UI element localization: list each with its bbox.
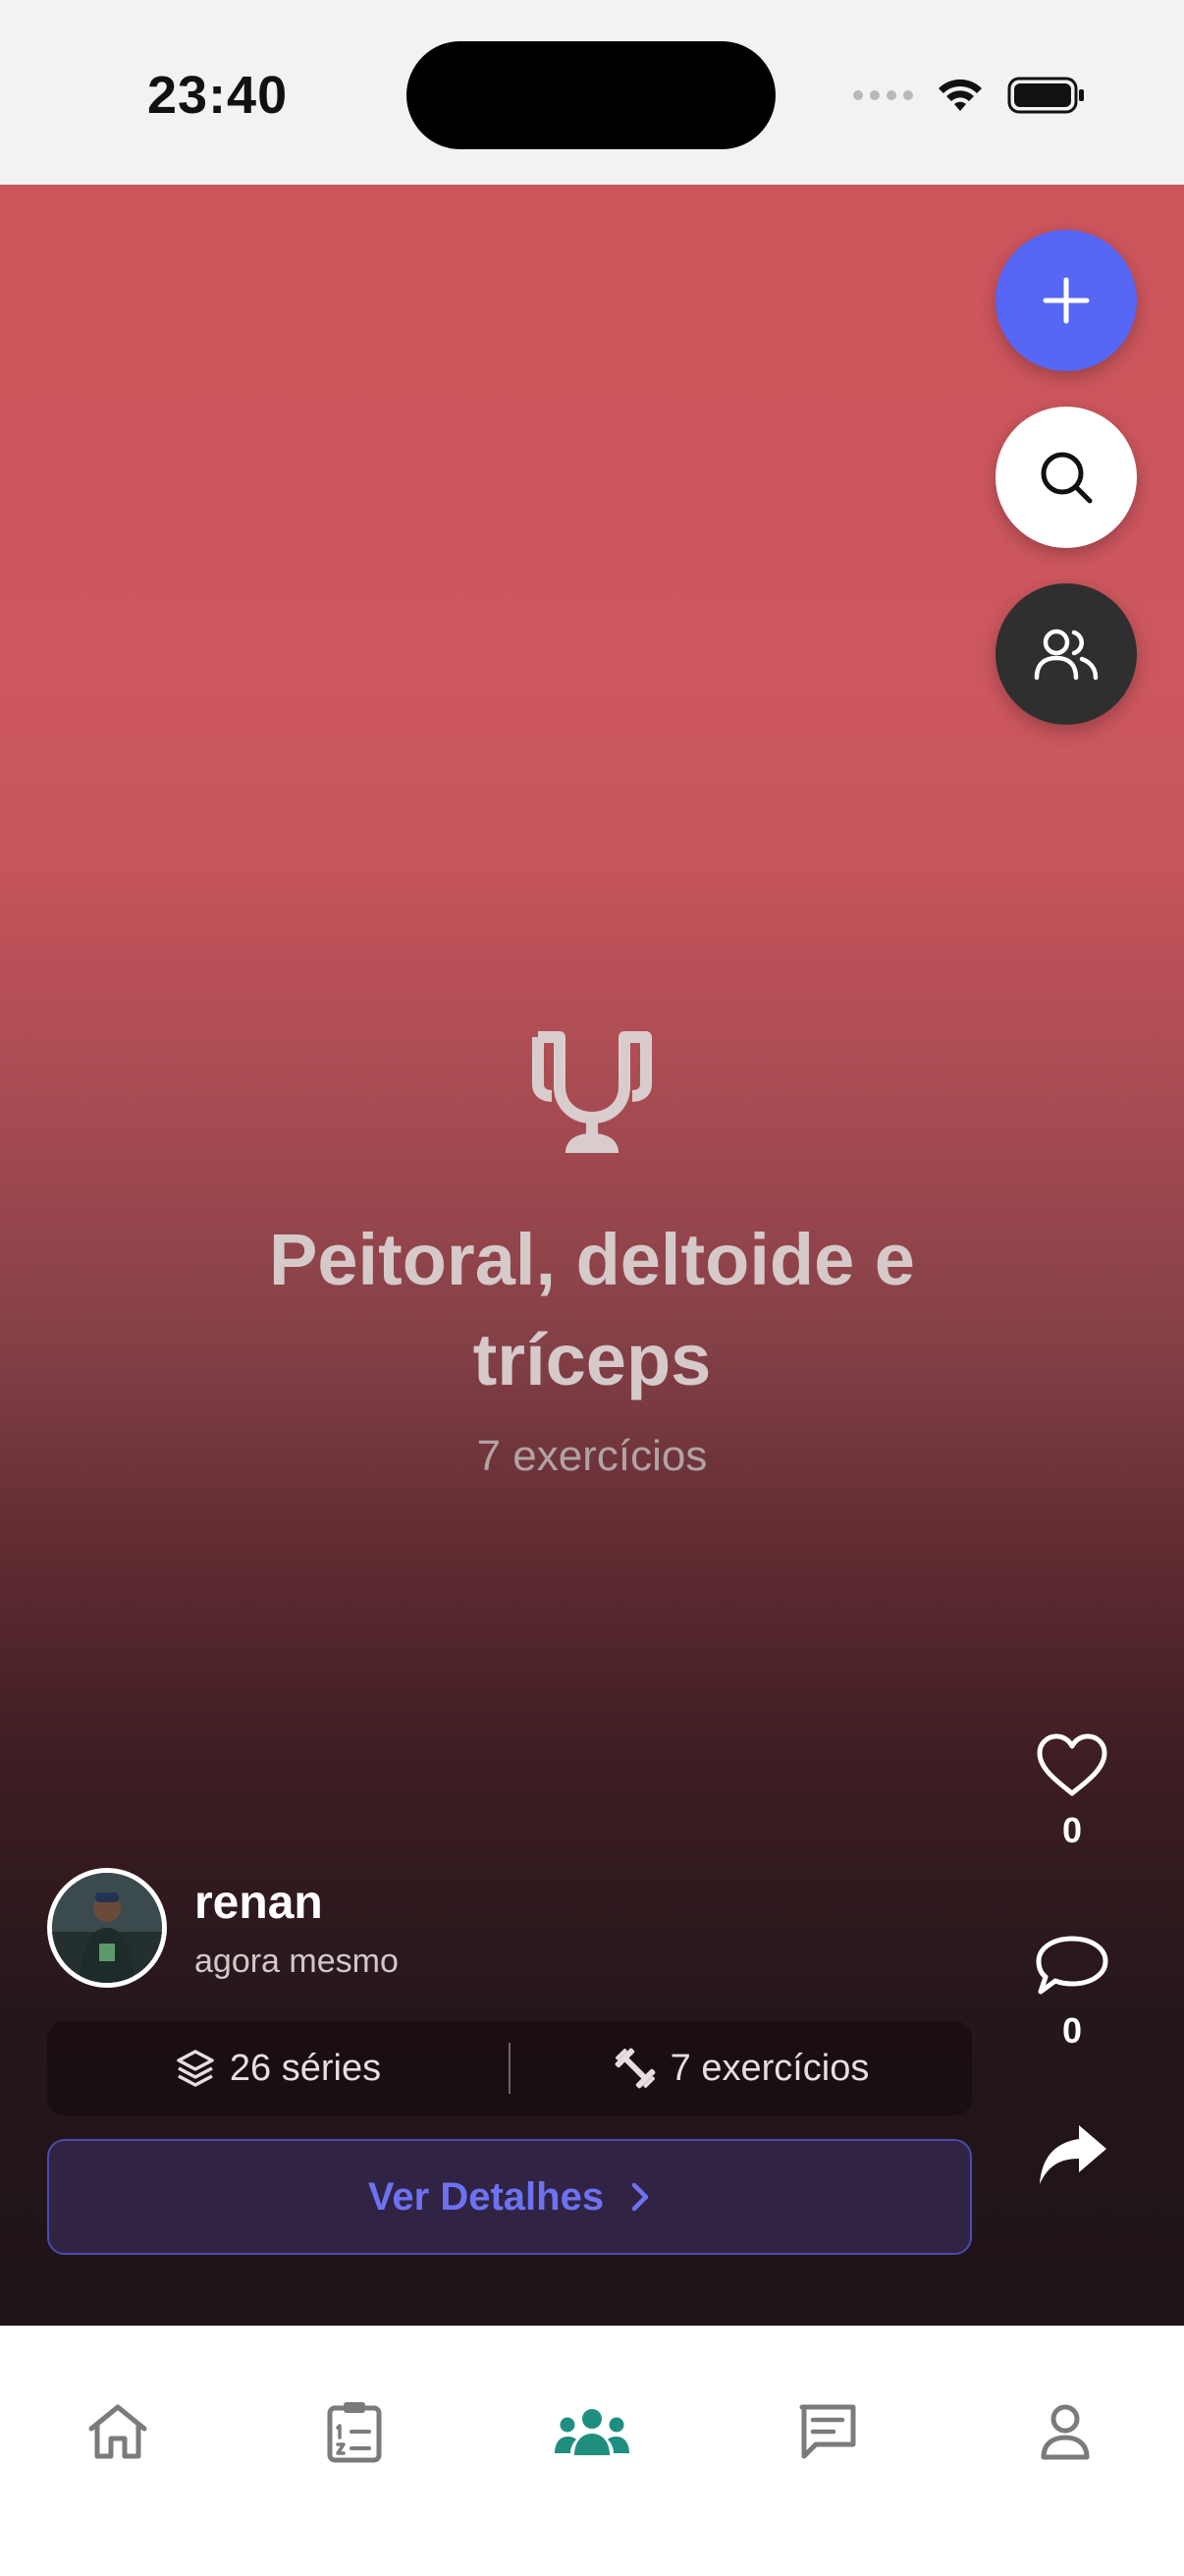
post-time: agora mesmo [194,1943,399,1980]
avatar-image [52,1873,162,1983]
community-icon [555,2409,629,2455]
series-count: 26 séries [229,2047,382,2089]
exercises-count: 7 exercícios [670,2047,870,2089]
view-details-button[interactable]: Ver Detalhes [47,2139,972,2255]
workout-exercise-count: 7 exercícios [476,1432,708,1480]
friends-button[interactable] [996,583,1137,725]
comment-count: 0 [1061,2010,1083,2051]
tab-profile[interactable] [1021,2387,1109,2476]
signal-icon [853,90,913,100]
status-bar: 23:40 [0,0,1184,185]
heart-icon [1037,1733,1107,1796]
workout-stats-bar: 26 séries 7 exercícios [47,2021,972,2115]
dumbbell-icon [615,2048,656,2089]
status-icons [853,71,1086,120]
share-arrow-icon [1040,2125,1106,2184]
search-icon [1041,452,1093,504]
tab-community[interactable] [546,2387,638,2476]
exercises-stat: 7 exercícios [511,2047,972,2090]
search-button[interactable] [996,407,1137,548]
like-count: 0 [1061,1810,1083,1850]
trophy-icon [532,1031,652,1153]
like-action[interactable]: 0 [982,1732,1162,1851]
tab-home[interactable] [74,2387,162,2476]
tab-messages[interactable] [783,2387,872,2476]
user-avatar[interactable] [47,1868,167,1988]
workout-feed-card: Peitoral, deltoide e tríceps 7 exercício… [0,185,1184,2326]
dynamic-island [406,41,776,149]
battery-icon [1007,77,1084,114]
profile-icon [1041,2404,1090,2460]
users-icon [1034,629,1099,681]
chevron-right-icon [631,2182,649,2212]
message-icon [799,2404,856,2459]
user-name[interactable]: renan [194,1876,323,1930]
plus-icon [1043,277,1090,324]
home-icon [88,2404,147,2459]
share-action[interactable] [982,2119,1162,2195]
view-details-label: Ver Detalhes [367,2174,605,2219]
bottom-tab-bar [0,2326,1184,2576]
wifi-icon [939,79,982,111]
tab-workouts[interactable] [310,2387,399,2476]
workout-title: Peitoral, deltoide e tríceps [269,1219,915,1400]
clipboard-list-icon [327,2402,382,2463]
comment-action[interactable]: 0 [982,1933,1162,2052]
add-post-button[interactable] [996,230,1137,371]
status-time: 23:40 [147,66,289,125]
comment-icon [1036,1936,1108,1995]
layers-icon [177,2050,214,2087]
series-stat: 26 séries [47,2048,509,2090]
